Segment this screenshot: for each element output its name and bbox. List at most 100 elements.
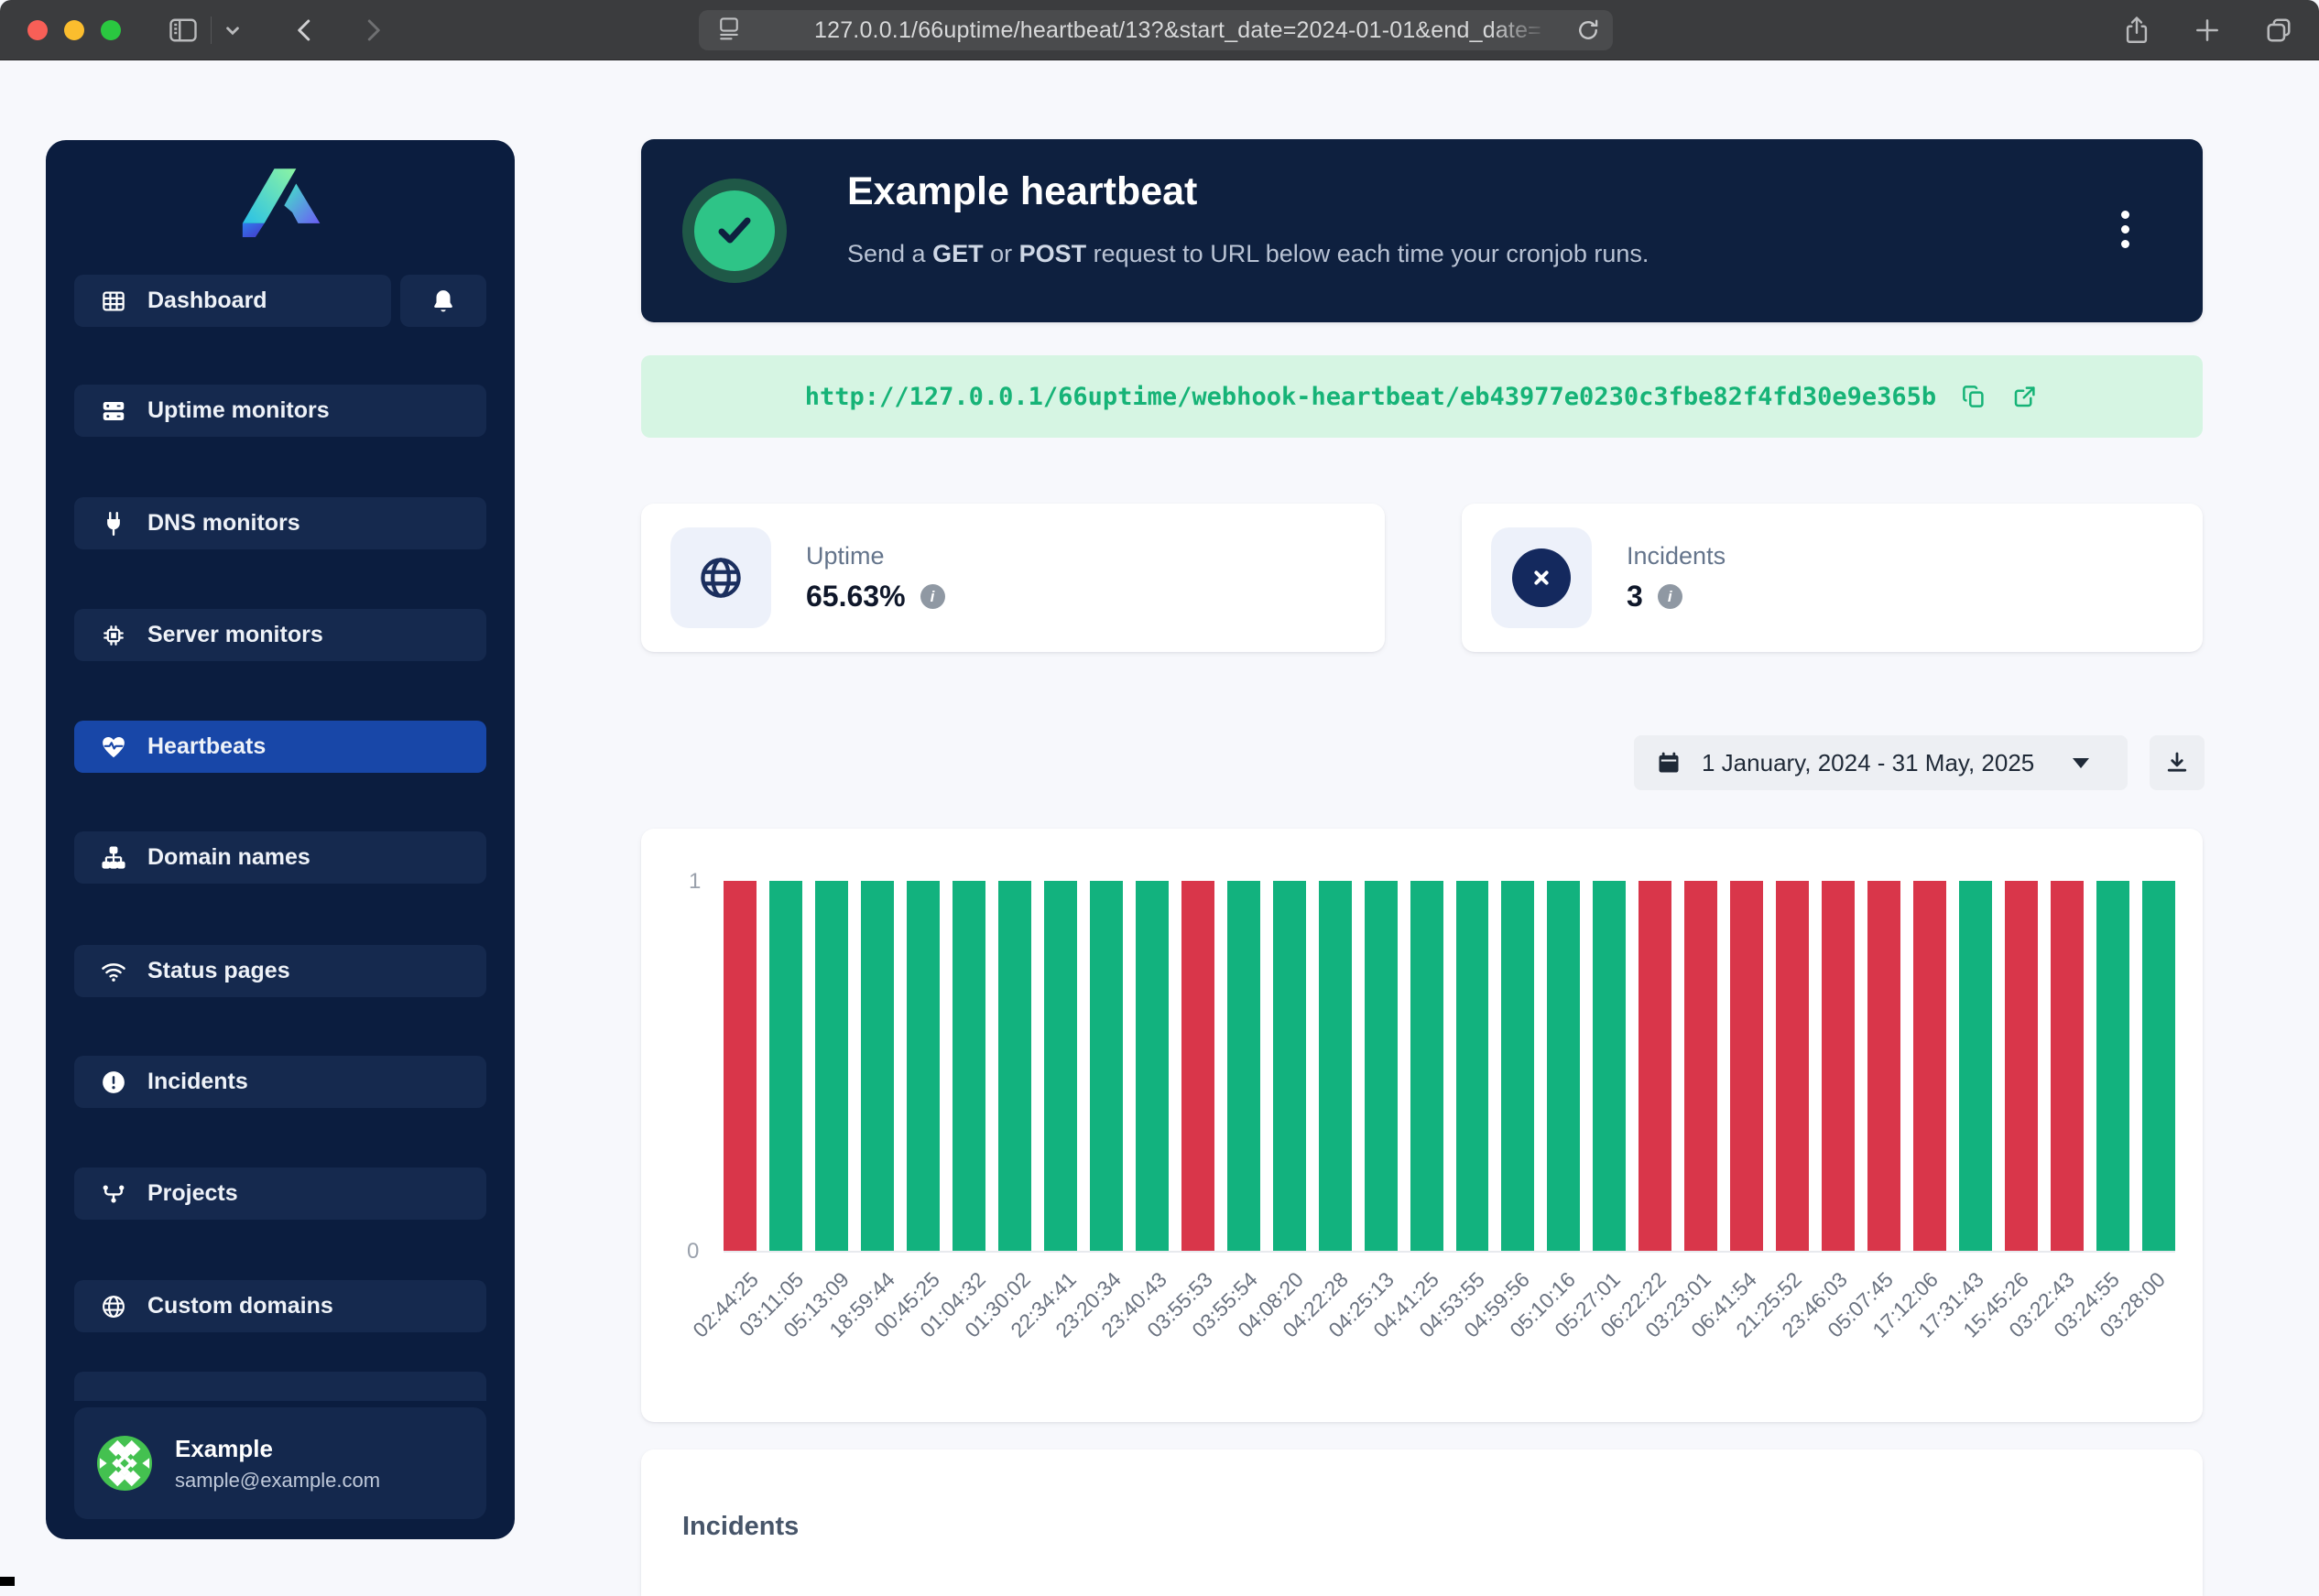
chart-bar[interactable] [1913, 881, 1946, 1251]
sidebar-item-heartbeats[interactable]: Heartbeats [74, 721, 486, 773]
browser-chrome: 127.0.0.1/66uptime/heartbeat/13?&start_d… [0, 0, 2319, 60]
chart-bar[interactable] [2005, 881, 2038, 1251]
chart-bar[interactable] [1501, 881, 1534, 1251]
chart-bar[interactable] [724, 881, 757, 1251]
divider [211, 16, 212, 44]
chart-bar[interactable] [1639, 881, 1671, 1251]
chart-bar[interactable] [1044, 881, 1077, 1251]
sidebar-item-custom-domains[interactable]: Custom domains [74, 1280, 486, 1332]
chart-bar[interactable] [907, 881, 940, 1251]
chart-bar[interactable] [2051, 881, 2084, 1251]
window-controls [27, 20, 121, 40]
info-icon[interactable]: i [1658, 584, 1682, 609]
chart-bar[interactable] [1136, 881, 1169, 1251]
heartbeat-header-card [641, 139, 2203, 322]
address-bar[interactable]: 127.0.0.1/66uptime/heartbeat/13?&start_d… [699, 10, 1613, 50]
chart-bar[interactable] [1319, 881, 1352, 1251]
chart-bar[interactable] [1410, 881, 1443, 1251]
bell-icon [430, 288, 457, 315]
sidebar-item-domain-names[interactable]: Domain names [74, 831, 486, 884]
chart-bar[interactable] [769, 881, 802, 1251]
sidebar-item-label: Custom domains [147, 1293, 333, 1319]
sidebar-item-label: Uptime monitors [147, 397, 330, 424]
wifi-icon [100, 958, 127, 985]
chart-bar[interactable] [1822, 881, 1855, 1251]
globe-icon [100, 1293, 127, 1320]
uptime-label: Uptime [806, 542, 945, 570]
chart-bar[interactable] [2096, 881, 2129, 1251]
page-subtitle: Send a GET or POST request to URL below … [847, 240, 1649, 268]
reload-button[interactable] [1574, 16, 1602, 49]
sidebar-item-label: Domain names [147, 844, 310, 871]
window-close-button[interactable] [27, 20, 48, 40]
new-tab-button[interactable] [2193, 16, 2222, 45]
chart-bar[interactable] [1273, 881, 1306, 1251]
chart-bar[interactable] [1456, 881, 1489, 1251]
webhook-url-bar: http://127.0.0.1/66uptime/webhook-heartb… [641, 355, 2203, 438]
window-minimize-button[interactable] [64, 20, 84, 40]
sidebar-item-partial[interactable] [74, 1372, 486, 1401]
back-button[interactable] [285, 15, 325, 46]
tab-overview-button[interactable] [2262, 14, 2295, 47]
sidebar-item-label: Incidents [147, 1069, 248, 1095]
website-icon [715, 15, 743, 47]
chart-bar[interactable] [1227, 881, 1260, 1251]
sidebar-item-dns-monitors[interactable]: DNS monitors [74, 497, 486, 549]
flow-branch-icon [100, 1180, 127, 1208]
chart-bar[interactable] [1730, 881, 1763, 1251]
url-fade [1490, 10, 1563, 50]
app-logo[interactable] [46, 158, 515, 244]
sidebar-toggle-icon[interactable] [165, 14, 201, 47]
heartbeat-chart-card: 1 0 02:44:2503:11:0505:13:0918:59:4400:4… [641, 829, 2203, 1422]
chart-bar[interactable] [815, 881, 848, 1251]
y-axis-tick-0: 0 [687, 1239, 699, 1265]
date-range-picker[interactable]: 1 January, 2024 - 31 May, 2025 [1634, 735, 2128, 790]
profile-card[interactable]: Example sample@example.com [74, 1407, 486, 1519]
status-check-icon [694, 190, 775, 271]
screen-artifact [0, 1577, 15, 1586]
chart-bar[interactable] [1593, 881, 1626, 1251]
sidebar-item-status-pages[interactable]: Status pages [74, 945, 486, 997]
chart-bar[interactable] [1959, 881, 1992, 1251]
sidebar-item-dashboard[interactable]: Dashboard [74, 275, 391, 327]
download-button[interactable] [2150, 735, 2205, 790]
chart-xlabels: 02:44:2503:11:0505:13:0918:59:4400:45:25… [724, 1267, 2175, 1405]
share-button[interactable] [2121, 12, 2152, 49]
sidebar-item-server-monitors[interactable]: Server monitors [74, 609, 486, 661]
chart-bar[interactable] [861, 881, 894, 1251]
notifications-button[interactable] [400, 275, 486, 327]
sitemap-icon [100, 844, 127, 872]
date-range-label: 1 January, 2024 - 31 May, 2025 [1702, 749, 2034, 777]
chart-bar[interactable] [1547, 881, 1580, 1251]
chart-bar[interactable] [1867, 881, 1900, 1251]
x-circle-icon [1491, 527, 1592, 628]
chevron-down-icon[interactable] [221, 18, 245, 42]
chart-bar[interactable] [1365, 881, 1398, 1251]
chart-bar[interactable] [1181, 881, 1214, 1251]
chart-bar[interactable] [2142, 881, 2175, 1251]
chart-bar[interactable] [998, 881, 1031, 1251]
info-icon[interactable]: i [920, 584, 945, 609]
chart-bar[interactable] [1684, 881, 1717, 1251]
copy-icon[interactable] [1960, 383, 1987, 410]
sidebar-item-label: Projects [147, 1180, 238, 1207]
forward-button[interactable] [353, 15, 393, 46]
sidebar-item-label: Server monitors [147, 622, 323, 648]
webhook-url-link[interactable]: http://127.0.0.1/66uptime/webhook-heartb… [805, 383, 1936, 411]
incidents-stat-card: Incidents 3 i [1462, 504, 2203, 652]
incidents-label: Incidents [1627, 542, 1726, 570]
external-link-icon[interactable] [2011, 383, 2039, 410]
sidebar-item-incidents[interactable]: Incidents [74, 1056, 486, 1108]
sidebar-item-projects[interactable]: Projects [74, 1167, 486, 1220]
chart-bar[interactable] [1090, 881, 1123, 1251]
calendar-icon [1656, 750, 1682, 776]
uptime-value: 65.63% [806, 580, 906, 613]
more-options-button[interactable] [2107, 201, 2143, 256]
chart-bar[interactable] [1776, 881, 1809, 1251]
chart-bar[interactable] [953, 881, 985, 1251]
profile-email: sample@example.com [175, 1469, 380, 1493]
window-zoom-button[interactable] [101, 20, 121, 40]
sidebar-item-uptime-monitors[interactable]: Uptime monitors [74, 385, 486, 437]
avatar [96, 1435, 153, 1492]
incidents-value: 3 [1627, 580, 1643, 613]
